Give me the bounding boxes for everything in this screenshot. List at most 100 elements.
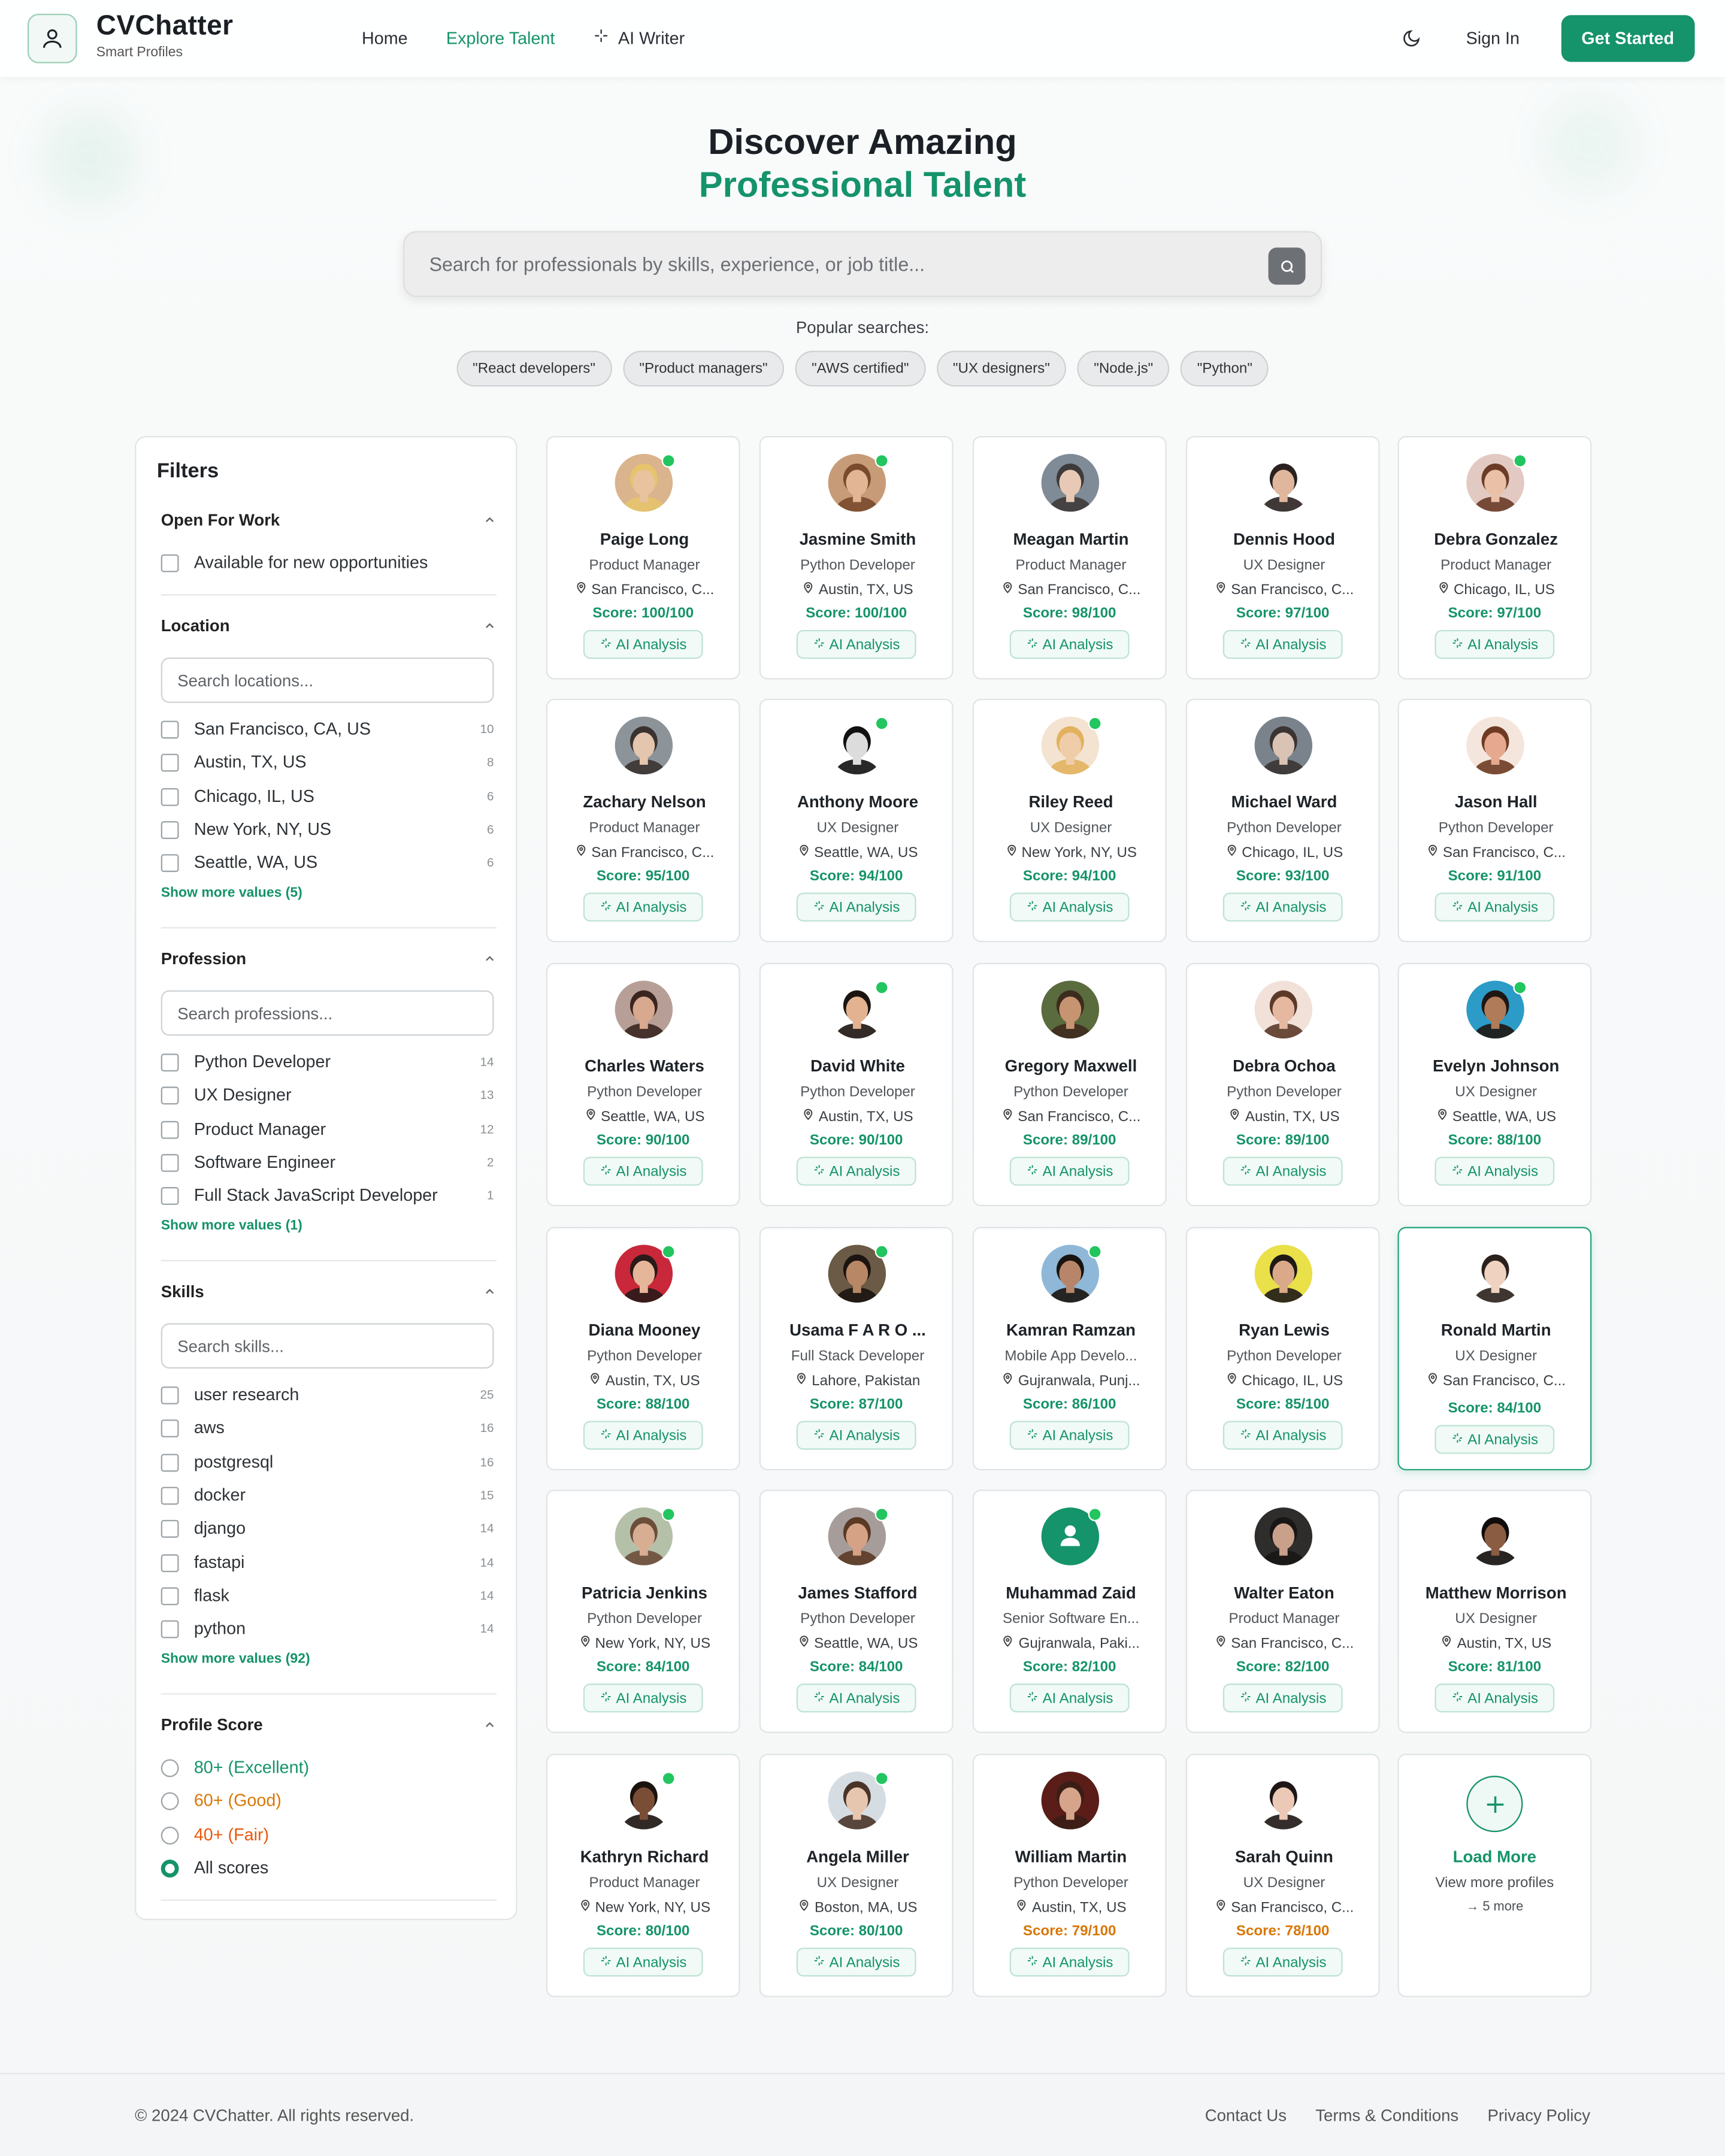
- avatar[interactable]: [1254, 1772, 1313, 1830]
- profile-card[interactable]: Debra Gonzalez Product Manager Chicago, IL…: [1397, 436, 1592, 680]
- profile-card[interactable]: Ryan Lewis Python Developer Chicago, IL, U…: [1185, 1227, 1380, 1471]
- profile-card[interactable]: Jason Hall Python Developer San Francisco,…: [1397, 698, 1592, 943]
- profile-name[interactable]: Evelyn Johnson: [1405, 1056, 1587, 1076]
- profile-name[interactable]: Ryan Lewis: [1193, 1321, 1375, 1340]
- profile-card[interactable]: Evelyn Johnson UX Designer Seattle, WA, US…: [1397, 962, 1592, 1207]
- ai-analysis-button[interactable]: AI Analysis: [1222, 892, 1343, 922]
- skill-option[interactable]: postgresql 16: [161, 1450, 494, 1474]
- logo-icon[interactable]: [27, 13, 77, 63]
- profile-name[interactable]: Sarah Quinn: [1193, 1847, 1375, 1866]
- profile-name[interactable]: Ronald Martin: [1405, 1321, 1587, 1340]
- ai-analysis-button[interactable]: AI Analysis: [1009, 1683, 1130, 1713]
- profile-name[interactable]: Usama F A R O ...: [766, 1321, 949, 1340]
- checkbox[interactable]: [161, 1385, 179, 1404]
- ai-analysis-button[interactable]: AI Analysis: [583, 1948, 703, 1977]
- profile-card[interactable]: Usama F A R O ... Full Stack Developer Lah…: [759, 1227, 954, 1471]
- ai-analysis-button[interactable]: AI Analysis: [583, 1156, 703, 1186]
- location-option[interactable]: Chicago, IL, US 6: [161, 784, 494, 808]
- avatar[interactable]: [1254, 1244, 1313, 1303]
- search-input[interactable]: [404, 232, 1230, 296]
- ai-analysis-button[interactable]: AI Analysis: [583, 629, 703, 659]
- avatar[interactable]: [1041, 1772, 1100, 1830]
- location-header[interactable]: Location: [161, 612, 497, 640]
- location-option[interactable]: Seattle, WA, US 6: [161, 850, 494, 874]
- chip-react[interactable]: "React developers": [456, 350, 612, 387]
- profile-name[interactable]: Angela Miller: [766, 1847, 949, 1866]
- location-option[interactable]: Austin, TX, US 8: [161, 750, 494, 774]
- radio-selected[interactable]: [161, 1858, 179, 1877]
- avatar[interactable]: [1254, 453, 1313, 512]
- score-option-excellent[interactable]: 80+ (Excellent): [161, 1755, 494, 1780]
- profile-card[interactable]: Zachary Nelson Product Manager San Francis…: [546, 698, 740, 943]
- score-option-all[interactable]: All scores: [161, 1855, 494, 1880]
- profile-name[interactable]: Anthony Moore: [766, 792, 949, 811]
- checkbox[interactable]: [161, 1086, 179, 1104]
- profile-card[interactable]: David White Python Developer Austin, TX, U…: [759, 962, 954, 1207]
- location-option[interactable]: San Francisco, CA, US 10: [161, 717, 494, 741]
- privacy-link[interactable]: Privacy Policy: [1487, 2106, 1590, 2125]
- checkbox[interactable]: [161, 1453, 179, 1471]
- avatar[interactable]: [1041, 980, 1100, 1039]
- ai-analysis-button[interactable]: AI Analysis: [1435, 1683, 1555, 1713]
- avatar[interactable]: [1254, 1507, 1313, 1565]
- profile-card[interactable]: Diana Mooney Python Developer Austin, TX, …: [546, 1227, 740, 1471]
- checkbox[interactable]: [161, 820, 179, 838]
- ai-analysis-button[interactable]: AI Analysis: [796, 1948, 916, 1977]
- location-search-input[interactable]: [161, 657, 494, 703]
- profile-name[interactable]: Debra Ochoa: [1193, 1056, 1375, 1076]
- profile-name[interactable]: Patricia Jenkins: [553, 1583, 736, 1603]
- ai-analysis-button[interactable]: AI Analysis: [796, 629, 916, 659]
- radio[interactable]: [161, 1825, 179, 1844]
- skill-option[interactable]: flask 14: [161, 1583, 494, 1608]
- profile-card[interactable]: Riley Reed UX Designer New York, NY, US Sco…: [972, 698, 1167, 943]
- ai-analysis-button[interactable]: AI Analysis: [583, 1421, 703, 1450]
- ai-analysis-button[interactable]: AI Analysis: [796, 892, 916, 922]
- sign-in-link[interactable]: Sign In: [1466, 29, 1520, 48]
- profile-name[interactable]: Meagan Martin: [979, 529, 1162, 549]
- profession-search-input[interactable]: [161, 990, 494, 1036]
- nav-home[interactable]: Home: [362, 28, 408, 48]
- profile-card[interactable]: Jasmine Smith Python Developer Austin, TX,…: [759, 436, 954, 680]
- checkbox[interactable]: [161, 853, 179, 871]
- ai-analysis-button[interactable]: AI Analysis: [1222, 1156, 1343, 1186]
- profile-name[interactable]: Riley Reed: [979, 792, 1162, 811]
- avatar[interactable]: [1254, 716, 1313, 775]
- profile-name[interactable]: Charles Waters: [553, 1056, 736, 1076]
- profile-name[interactable]: James Stafford: [766, 1583, 949, 1603]
- profile-card[interactable]: Patricia Jenkins Python Developer New York…: [546, 1489, 740, 1733]
- skill-option[interactable]: django 14: [161, 1516, 494, 1540]
- ai-analysis-button[interactable]: AI Analysis: [583, 1683, 703, 1713]
- avatar[interactable]: [1466, 1507, 1524, 1565]
- profile-name[interactable]: Debra Gonzalez: [1405, 529, 1587, 549]
- profession-option[interactable]: Python Developer 14: [161, 1049, 494, 1074]
- profession-header[interactable]: Profession: [161, 945, 497, 973]
- ai-analysis-button[interactable]: AI Analysis: [1222, 629, 1343, 659]
- checkbox[interactable]: [161, 1486, 179, 1504]
- profile-card[interactable]: Ronald Martin UX Designer San Francisco, C…: [1397, 1227, 1592, 1471]
- avatar[interactable]: [1254, 980, 1313, 1039]
- score-option-good[interactable]: 60+ (Good): [161, 1788, 494, 1813]
- contact-link[interactable]: Contact Us: [1205, 2106, 1287, 2125]
- ai-analysis-button[interactable]: AI Analysis: [1435, 1156, 1555, 1186]
- checkbox[interactable]: [161, 1153, 179, 1171]
- profile-name[interactable]: Diana Mooney: [553, 1321, 736, 1340]
- checkbox[interactable]: [161, 1053, 179, 1071]
- profile-card[interactable]: Debra Ochoa Python Developer Austin, TX, U…: [1185, 962, 1380, 1207]
- ai-analysis-button[interactable]: AI Analysis: [1009, 892, 1130, 922]
- profile-card[interactable]: Michael Ward Python Developer Chicago, IL,…: [1185, 698, 1380, 943]
- skills-search-input[interactable]: [161, 1323, 494, 1369]
- profile-card[interactable]: Kathryn Richard Product Manager New York, …: [546, 1754, 740, 1997]
- profile-name[interactable]: Kathryn Richard: [553, 1847, 736, 1866]
- profile-card[interactable]: Angela Miller UX Designer Boston, MA, US Sc…: [759, 1754, 954, 1997]
- ai-analysis-button[interactable]: AI Analysis: [1009, 629, 1130, 659]
- profile-name[interactable]: Jasmine Smith: [766, 529, 949, 549]
- checkbox[interactable]: [161, 1586, 179, 1605]
- ai-analysis-button[interactable]: AI Analysis: [796, 1421, 916, 1450]
- skills-header[interactable]: Skills: [161, 1278, 497, 1306]
- profile-score-header[interactable]: Profile Score: [161, 1711, 497, 1739]
- profile-card[interactable]: Sarah Quinn UX Designer San Francisco, C..…: [1185, 1754, 1380, 1997]
- score-option-fair[interactable]: 40+ (Fair): [161, 1822, 494, 1847]
- checkbox[interactable]: [161, 1619, 179, 1638]
- ai-analysis-button[interactable]: AI Analysis: [1222, 1948, 1343, 1977]
- moon-icon[interactable]: [1397, 25, 1425, 52]
